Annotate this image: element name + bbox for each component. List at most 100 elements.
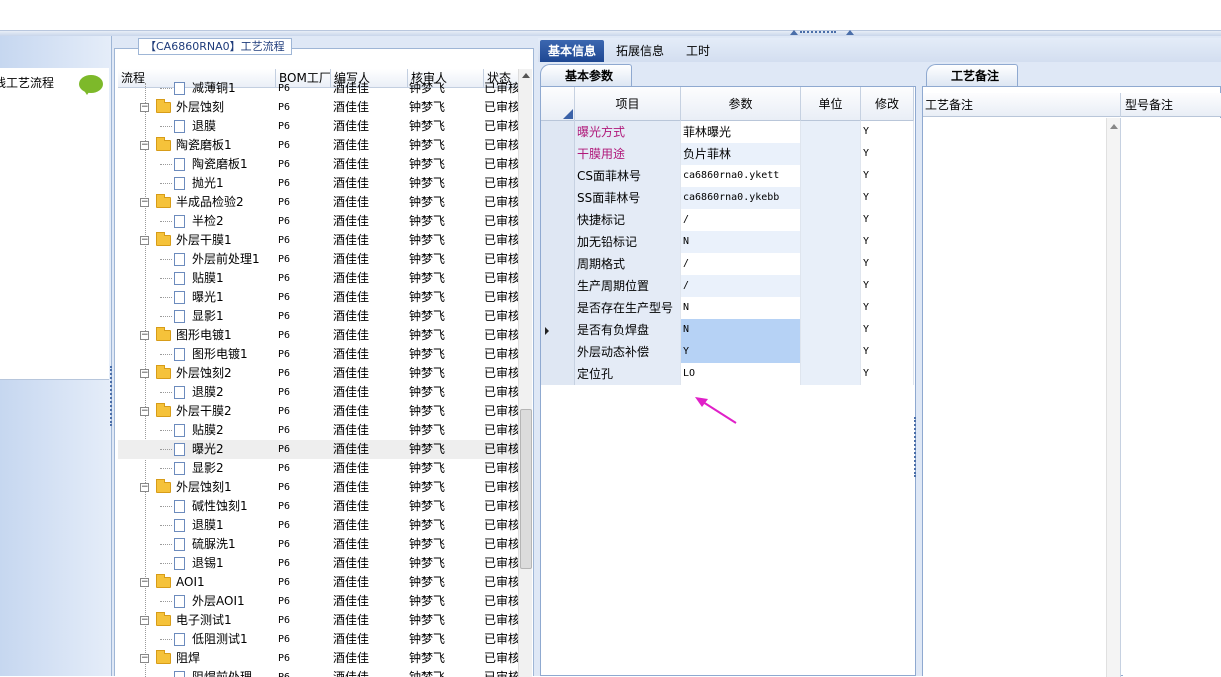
row-indicator[interactable] bbox=[541, 275, 575, 297]
subtab-process-remarks[interactable]: 工艺备注 bbox=[926, 64, 1019, 86]
param-row[interactable]: 加无铅标记 N Y bbox=[541, 231, 914, 253]
row-indicator[interactable] bbox=[541, 187, 575, 209]
tree-group-row[interactable]: − 外层干膜1 P6 酒佳佳 钟梦飞 已审核 bbox=[118, 231, 518, 250]
param-modify-cell[interactable]: Y bbox=[861, 143, 914, 165]
row-indicator[interactable] bbox=[541, 363, 575, 385]
param-value-cell[interactable]: LO bbox=[681, 363, 801, 385]
param-unit-cell[interactable] bbox=[801, 341, 861, 363]
tree-step-row[interactable]: 贴膜1 P6 酒佳佳 钟梦飞 已审核 bbox=[118, 269, 518, 288]
row-indicator[interactable] bbox=[541, 165, 575, 187]
nav-item-process-flow[interactable]: 残工艺流程 bbox=[0, 72, 54, 94]
param-row[interactable]: 周期格式 / Y bbox=[541, 253, 914, 275]
tree-step-row[interactable]: 显影2 P6 酒佳佳 钟梦飞 已审核 bbox=[118, 459, 518, 478]
param-modify-cell[interactable]: Y bbox=[861, 341, 914, 363]
collapse-toggle-icon[interactable]: − bbox=[140, 141, 149, 150]
param-modify-cell[interactable]: Y bbox=[861, 363, 914, 385]
row-indicator[interactable] bbox=[541, 209, 575, 231]
param-unit-cell[interactable] bbox=[801, 363, 861, 385]
tree-group-row[interactable]: − 外层蚀刻 P6 酒佳佳 钟梦飞 已审核 bbox=[118, 98, 518, 117]
collapse-up-icon[interactable] bbox=[790, 30, 798, 35]
tree-step-row[interactable]: 贴膜2 P6 酒佳佳 钟梦飞 已审核 bbox=[118, 421, 518, 440]
param-modify-cell[interactable]: Y bbox=[861, 253, 914, 275]
tree-step-row[interactable]: 外层AOI1 P6 酒佳佳 钟梦飞 已审核 bbox=[118, 592, 518, 611]
row-indicator[interactable] bbox=[541, 253, 575, 275]
mid-splitter-grip[interactable] bbox=[914, 417, 919, 477]
collapse-toggle-icon[interactable]: − bbox=[140, 369, 149, 378]
scroll-up-icon[interactable] bbox=[522, 73, 530, 78]
row-indicator[interactable] bbox=[541, 341, 575, 363]
param-modify-cell[interactable]: Y bbox=[861, 297, 914, 319]
param-value-cell[interactable]: N bbox=[681, 297, 801, 319]
col-header-unit[interactable]: 单位 bbox=[801, 87, 861, 121]
tree-group-row[interactable]: − 图形电镀1 P6 酒佳佳 钟梦飞 已审核 bbox=[118, 326, 518, 345]
param-row[interactable]: 生产周期位置 / Y bbox=[541, 275, 914, 297]
tree-step-row[interactable]: 外层前处理1 P6 酒佳佳 钟梦飞 已审核 bbox=[118, 250, 518, 269]
process-remark-textbox[interactable] bbox=[923, 118, 1121, 677]
param-row[interactable]: CS面菲林号 ca6860rna0.ykett Y bbox=[541, 165, 914, 187]
param-value-cell[interactable]: N bbox=[681, 319, 801, 341]
param-unit-cell[interactable] bbox=[801, 209, 861, 231]
process-tree[interactable]: 流程 BOM工厂 编写人 核审人 状态 减薄铜1 P6 酒佳佳 钟梦飞 已审核 − 外层蚀刻 P6 酒佳… bbox=[118, 69, 518, 677]
param-unit-cell[interactable] bbox=[801, 319, 861, 341]
tree-group-row[interactable]: − 外层蚀刻1 P6 酒佳佳 钟梦飞 已审核 bbox=[118, 478, 518, 497]
collapse-toggle-icon[interactable]: − bbox=[140, 578, 149, 587]
tree-scrollbar[interactable] bbox=[518, 69, 532, 677]
model-remark-textbox[interactable] bbox=[1123, 118, 1221, 677]
param-modify-cell[interactable]: Y bbox=[861, 209, 914, 231]
param-modify-cell[interactable]: Y bbox=[861, 275, 914, 297]
param-row[interactable]: SS面菲林号 ca6860rna0.ykebb Y bbox=[541, 187, 914, 209]
collapse-toggle-icon[interactable]: − bbox=[140, 198, 149, 207]
tree-group-row[interactable]: − 电子测试1 P6 酒佳佳 钟梦飞 已审核 bbox=[118, 611, 518, 630]
tree-group-row[interactable]: − 陶瓷磨板1 P6 酒佳佳 钟梦飞 已审核 bbox=[118, 136, 518, 155]
tree-step-row[interactable]: 图形电镀1 P6 酒佳佳 钟梦飞 已审核 bbox=[118, 345, 518, 364]
tree-step-row[interactable]: 低阻测试1 P6 酒佳佳 钟梦飞 已审核 bbox=[118, 630, 518, 649]
collapse-toggle-icon[interactable]: − bbox=[140, 236, 149, 245]
col-header-model-remark[interactable]: 型号备注 bbox=[1125, 93, 1221, 117]
tree-step-row[interactable]: 碱性蚀刻1 P6 酒佳佳 钟梦飞 已审核 bbox=[118, 497, 518, 516]
param-row[interactable]: 曝光方式 菲林曝光 Y bbox=[541, 121, 914, 143]
splitter-grip[interactable] bbox=[800, 31, 836, 35]
tree-group-row[interactable]: − 阻焊 P6 酒佳佳 钟梦飞 已审核 bbox=[118, 649, 518, 668]
tree-step-row[interactable]: 退膜 P6 酒佳佳 钟梦飞 已审核 bbox=[118, 117, 518, 136]
tree-step-row[interactable]: 陶瓷磨板1 P6 酒佳佳 钟梦飞 已审核 bbox=[118, 155, 518, 174]
speech-bubble-icon[interactable] bbox=[79, 75, 103, 95]
param-row[interactable]: 干膜用途 负片菲林 Y bbox=[541, 143, 914, 165]
param-value-cell[interactable]: Y bbox=[681, 341, 801, 363]
col-header-modify[interactable]: 修改 bbox=[861, 87, 914, 121]
collapse-toggle-icon[interactable]: − bbox=[140, 616, 149, 625]
param-row[interactable]: 是否有负焊盘 N Y bbox=[541, 319, 914, 341]
param-modify-cell[interactable]: Y bbox=[861, 319, 914, 341]
param-unit-cell[interactable] bbox=[801, 143, 861, 165]
param-value-cell[interactable]: / bbox=[681, 253, 801, 275]
collapse-toggle-icon[interactable]: − bbox=[140, 654, 149, 663]
remark-scrollbar[interactable] bbox=[1106, 118, 1120, 677]
collapse-toggle-icon[interactable]: − bbox=[140, 103, 149, 112]
collapse-toggle-icon[interactable]: − bbox=[140, 483, 149, 492]
scroll-up-icon[interactable] bbox=[1110, 124, 1118, 129]
tree-group-row[interactable]: − 外层蚀刻2 P6 酒佳佳 钟梦飞 已审核 bbox=[118, 364, 518, 383]
tree-step-row[interactable]: 曝光2 P6 酒佳佳 钟梦飞 已审核 bbox=[118, 440, 518, 459]
tree-step-row[interactable]: 半检2 P6 酒佳佳 钟梦飞 已审核 bbox=[118, 212, 518, 231]
tree-step-row[interactable]: 退锡1 P6 酒佳佳 钟梦飞 已审核 bbox=[118, 554, 518, 573]
tree-group-row[interactable]: − 外层干膜2 P6 酒佳佳 钟梦飞 已审核 bbox=[118, 402, 518, 421]
param-row[interactable]: 快捷标记 / Y bbox=[541, 209, 914, 231]
row-indicator[interactable] bbox=[541, 143, 575, 165]
param-value-cell[interactable]: / bbox=[681, 209, 801, 231]
tree-step-row[interactable]: 退膜2 P6 酒佳佳 钟梦飞 已审核 bbox=[118, 383, 518, 402]
tab-basic-info[interactable]: 基本信息 bbox=[540, 40, 605, 62]
subtab-basic-params[interactable]: 基本参数 bbox=[540, 64, 633, 86]
tree-step-row[interactable]: 抛光1 P6 酒佳佳 钟梦飞 已审核 bbox=[118, 174, 518, 193]
col-header-item[interactable]: 项目 bbox=[575, 87, 681, 121]
param-modify-cell[interactable]: Y bbox=[861, 231, 914, 253]
param-unit-cell[interactable] bbox=[801, 297, 861, 319]
param-unit-cell[interactable] bbox=[801, 275, 861, 297]
param-modify-cell[interactable]: Y bbox=[861, 121, 914, 143]
col-header-process-remark[interactable]: 工艺备注 bbox=[925, 93, 1121, 117]
tree-step-row[interactable]: 减薄铜1 P6 酒佳佳 钟梦飞 已审核 bbox=[118, 79, 518, 98]
param-row[interactable]: 外层动态补偿 Y Y bbox=[541, 341, 914, 363]
param-value-cell[interactable]: ca6860rna0.ykett bbox=[681, 165, 801, 187]
row-indicator[interactable] bbox=[541, 231, 575, 253]
tree-group-row[interactable]: − 半成品检验2 P6 酒佳佳 钟梦飞 已审核 bbox=[118, 193, 518, 212]
param-modify-cell[interactable]: Y bbox=[861, 187, 914, 209]
param-unit-cell[interactable] bbox=[801, 121, 861, 143]
